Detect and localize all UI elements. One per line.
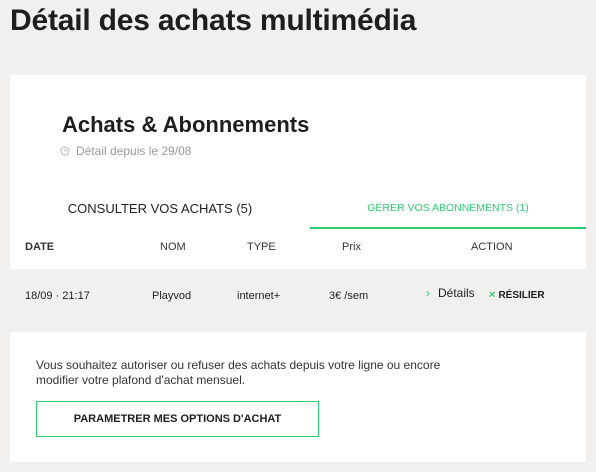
purchases-card: Achats & Abonnements Détail depuis le 29… [10,75,586,323]
column-header-type: TYPE [247,241,276,253]
close-icon: × [489,289,496,301]
row-date: 18/09 · 21:17 [25,290,90,302]
section-title: Achats & Abonnements [62,112,310,137]
details-link[interactable]: › Détails [426,286,475,300]
resilier-label: RÉSILIER [498,289,545,301]
since-info: Détail depuis le 29/08 [60,144,191,158]
tab-gerer-abonnements[interactable]: GÉRER VOS ABONNEMENTS (1) [310,188,586,229]
row-prix: 3€ /sem [329,290,369,302]
table-row: 18/09 · 21:17 Playvod internet+ 3€ /sem … [10,269,586,323]
column-header-prix: Prix [342,241,361,253]
column-header-action: ACTION [471,241,513,253]
page-title: Détail des achats multimédia [10,4,417,37]
column-header-nom: NOM [160,241,186,253]
details-label: Détails [438,286,475,300]
options-info-text: Vous souhaitez autoriser ou refuser des … [36,358,441,387]
tab-consulter-achats[interactable]: CONSULTER VOS ACHATS (5) [10,188,310,229]
row-type: internet+ [237,290,281,302]
resilier-button[interactable]: × RÉSILIER [489,289,545,301]
column-header-date: DATE [25,241,55,253]
parametrer-options-button[interactable]: PARAMETRER MES OPTIONS D'ACHAT [36,401,319,437]
chevron-right-icon: › [426,286,430,300]
since-text: Détail depuis le 29/08 [76,144,192,158]
row-nom: Playvod [152,290,192,302]
options-card: Vous souhaitez autoriser ou refuser des … [10,332,586,462]
clock-icon [60,146,70,156]
